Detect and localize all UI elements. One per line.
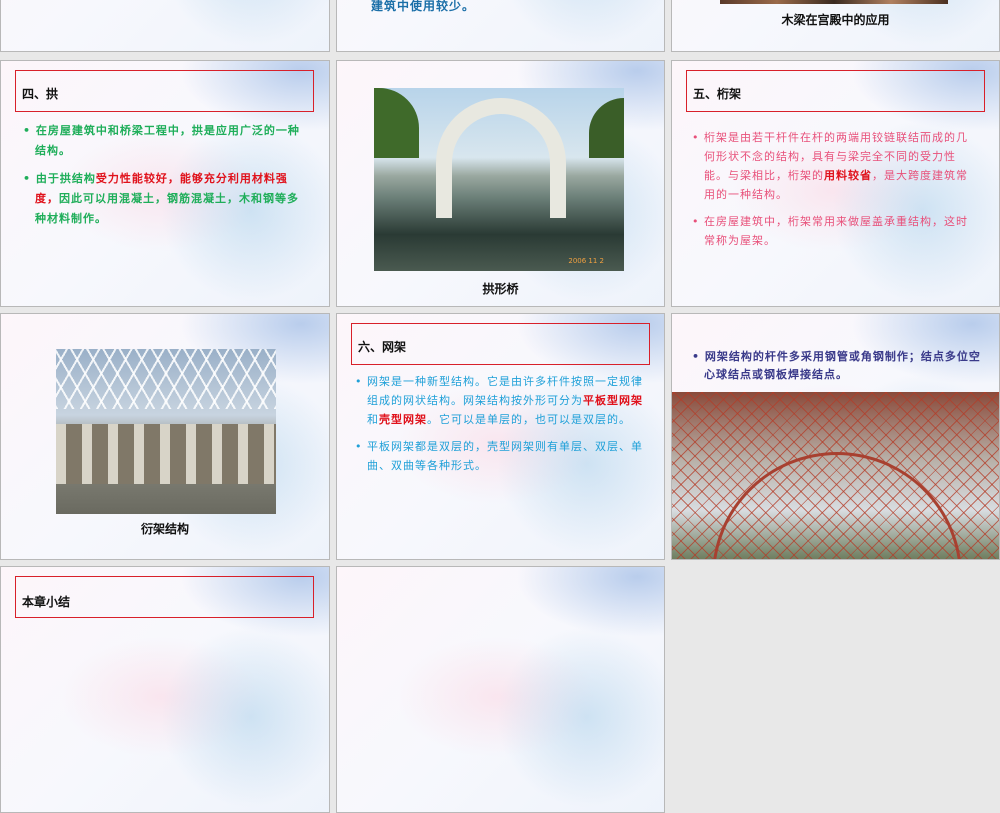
bullet: 平板网架都是双层的，壳型网架则有单层、双层、单曲、双曲等各种形式。 (355, 437, 645, 475)
bullet: 桁架是由若干杆件在杆的两端用铰链联结而成的几何形状不念的结构，具有与梁完全不同的… (692, 128, 972, 204)
bullet: 网架是一种新型结构。它是由许多杆件按照一定规律组成的网状结构。网架结构按外形可分… (355, 372, 645, 429)
slide-thumbnail-10[interactable]: 本章小结 (0, 566, 330, 813)
slide-title: 六、网架 (351, 323, 650, 365)
slide-caption: 拱形桥 (482, 282, 519, 296)
slide-bullets: 网架结构的杆件多采用钢管或角钢制作；结点多位空心球结点或钢板焊接结点。 (692, 348, 987, 392)
slide-title: 本章小结 (15, 576, 314, 618)
slide-thumbnail-8[interactable]: 六、网架 网架是一种新型结构。它是由许多杆件按照一定规律组成的网状结构。网架结构… (336, 313, 665, 560)
truss-structure-photo (56, 349, 276, 514)
slide-thumbnail-7[interactable]: 衍架结构 (0, 313, 330, 560)
slide-title: 四、拱 (15, 70, 314, 112)
slide-thumbnail-9[interactable]: 网架结构的杆件多采用钢管或角钢制作；结点多位空心球结点或钢板焊接结点。 (671, 313, 1000, 560)
photo-date-stamp: 2006 11 2 (568, 257, 604, 265)
bullet: 网架结构的杆件多采用钢管或角钢制作；结点多位空心球结点或钢板焊接结点。 (692, 348, 987, 384)
slide-text: 建筑中使用较少。 (371, 0, 476, 13)
slide-thumbnail-5[interactable]: 2006 11 2 拱形桥 (336, 60, 665, 307)
slide-thumbnail-4[interactable]: 四、拱 在房屋建筑中和桥梁工程中，拱是应用广泛的一种结构。 由于拱结构受力性能较… (0, 60, 330, 307)
slide-bullets: 桁架是由若干杆件在杆的两端用铰链联结而成的几何形状不念的结构，具有与梁完全不同的… (692, 128, 972, 258)
arch-bridge-photo: 2006 11 2 (374, 88, 624, 271)
slide-title: 五、桁架 (686, 70, 985, 112)
slide-thumbnail-11[interactable] (336, 566, 665, 813)
space-frame-photo (672, 392, 999, 559)
slide-thumbnail-1[interactable] (0, 0, 330, 52)
slide-bullets: 在房屋建筑中和桥梁工程中，拱是应用广泛的一种结构。 由于拱结构受力性能较好，能够… (23, 121, 303, 237)
bullet: 在房屋建筑中和桥梁工程中，拱是应用广泛的一种结构。 (23, 121, 303, 161)
slide-caption: 衍架结构 (140, 522, 189, 536)
bullet: 由于拱结构受力性能较好，能够充分利用材料强度，因此可以用混凝土，钢筋混凝土，木和… (23, 169, 303, 229)
bullet: 在房屋建筑中，桁架常用来做屋盖承重结构，这时常称为屋架。 (692, 212, 972, 250)
slide-thumbnail-2[interactable]: 建筑中使用较少。 (336, 0, 665, 52)
slide-caption: 木梁在宫殿中的应用 (781, 13, 890, 27)
slide-thumbnail-6[interactable]: 五、桁架 桁架是由若干杆件在杆的两端用铰链联结而成的几何形状不念的结构，具有与梁… (671, 60, 1000, 307)
slide-thumbnail-3[interactable]: 木梁在宫殿中的应用 (671, 0, 1000, 52)
slide-bullets: 网架是一种新型结构。它是由许多杆件按照一定规律组成的网状结构。网架结构按外形可分… (355, 372, 645, 483)
palace-beam-photo (720, 0, 948, 4)
